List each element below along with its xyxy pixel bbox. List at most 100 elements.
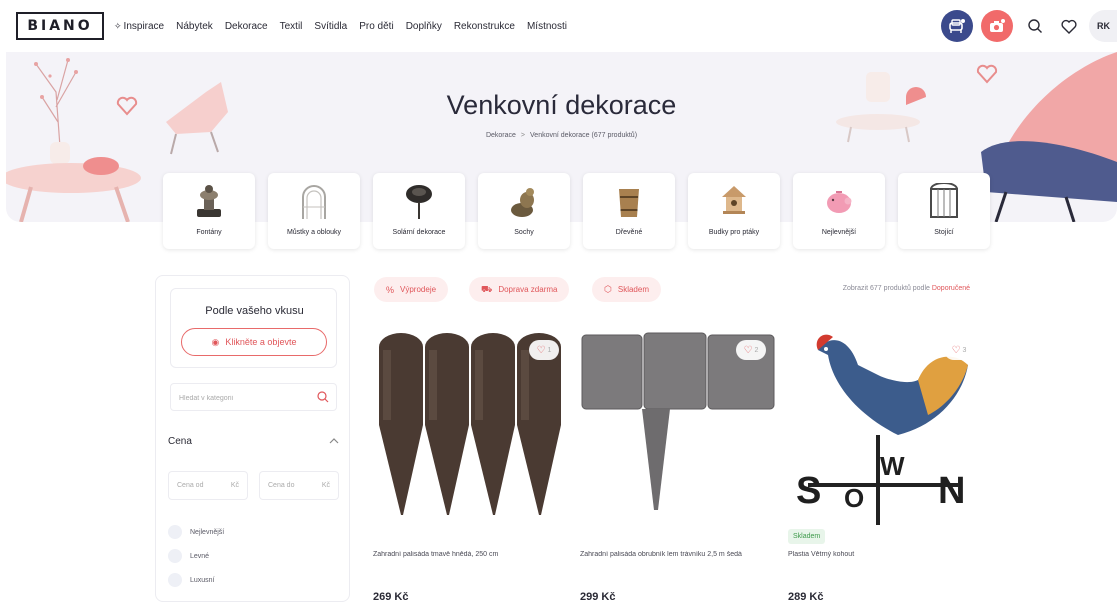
in-stock-badge: Skladem: [788, 529, 826, 544]
sort-dropdown-link[interactable]: Doporučené: [932, 285, 970, 292]
truck-icon: ⛟: [481, 283, 493, 294]
piggy-bank-icon: [827, 191, 852, 213]
page-title: Venkovní dekorace: [446, 90, 677, 120]
favorite-button[interactable]: ♡ 2: [736, 340, 766, 360]
chip-label: Doprava zdarma: [498, 285, 558, 294]
category-card-stojici[interactable]: Stojící: [898, 173, 990, 249]
price-option-levne[interactable]: Levné: [168, 548, 209, 564]
nav-item-dekorace[interactable]: Dekorace: [225, 21, 268, 32]
favorite-button[interactable]: ♡ 1: [529, 340, 559, 360]
nav-item-pro-deti[interactable]: Pro děti: [359, 21, 393, 32]
nav-item-inspirace[interactable]: ✧ Inspirace: [114, 21, 164, 32]
wooden-bucket-icon: [619, 189, 639, 217]
filter-sidebar: Podle vašeho vkusu ◉ Klikněte a objevte C…: [155, 275, 350, 602]
favorite-button[interactable]: ♡ 3: [944, 340, 974, 360]
currency-label: Kč: [230, 482, 239, 489]
statue-icon: [511, 188, 534, 217]
chip-label: Výprodeje: [400, 285, 437, 294]
svg-text:O: O: [844, 483, 864, 513]
product-price: 299 Kč: [580, 591, 616, 602]
birdhouse-icon: [722, 186, 746, 214]
discover-button-label: Klikněte a objevte: [225, 337, 297, 347]
category-cards: Fontány Můstky a oblouky Solární dekorac…: [163, 173, 1003, 249]
chip-label: Skladem: [617, 285, 649, 294]
product-name[interactable]: Plastia Větrný kohout: [788, 551, 986, 558]
category-label: Můstky a oblouky: [286, 229, 342, 236]
price-to-field[interactable]: Cena do Kč: [259, 471, 339, 500]
product-name[interactable]: Zahradní palisáda tmavě hnědá, 250 cm: [373, 551, 571, 558]
sofa-search-button[interactable]: [941, 10, 973, 42]
main-nav: ✧ Inspirace Nábytek Dekorace Textil Svíti…: [114, 0, 579, 52]
breadcrumb: Dekorace > Venkovní dekorace (677 produktů…: [6, 132, 1117, 139]
category-card-fontany[interactable]: Fontány: [163, 173, 255, 249]
favorite-count: 3: [962, 346, 967, 354]
currency-label: Kč: [321, 482, 330, 489]
solar-lamp-icon: [406, 185, 432, 219]
search-button[interactable]: [1021, 12, 1049, 40]
category-card-sochy[interactable]: Sochy: [478, 173, 570, 249]
chip-skladem[interactable]: ⬡ Skladem: [592, 277, 661, 302]
svg-text:W: W: [880, 451, 905, 481]
svg-text:S: S: [796, 470, 821, 512]
header-actions: RK: [941, 8, 1117, 44]
category-label: Nejlevnější: [821, 229, 857, 236]
price-option-label: Levné: [190, 552, 210, 560]
nav-item-nabytek[interactable]: Nábytek: [176, 21, 213, 32]
heart-icon: ♡: [951, 344, 961, 356]
price-from-field[interactable]: Cena od Kč: [168, 471, 248, 500]
category-card-nejlevnejsi[interactable]: Nejlevnější: [793, 173, 885, 249]
price-to-placeholder: Cena do: [268, 482, 295, 489]
category-card-mustky[interactable]: Můstky a oblouky: [268, 173, 360, 249]
category-card-budky[interactable]: Budky pro ptáky: [688, 173, 780, 249]
nav-item-rekonstrukce[interactable]: Rekonstrukce: [454, 21, 515, 32]
heart-icon: ♡: [536, 344, 546, 356]
sort-info: Zobrazit 677 produktů podle Doporučené: [843, 285, 970, 292]
breadcrumb-separator: >: [520, 132, 526, 139]
favorites-button[interactable]: [1055, 12, 1083, 40]
fountain-icon: [197, 185, 221, 217]
sort-text: Zobrazit 677 produktů podle: [842, 285, 930, 292]
chevron-up-icon[interactable]: [328, 436, 340, 446]
chip-vyprodeje[interactable]: % Výprodeje: [374, 277, 449, 302]
favorite-count: 2: [754, 346, 759, 354]
price-option-nejlevnejsi[interactable]: Nejlevnější: [168, 524, 224, 540]
favorite-count: 1: [547, 346, 552, 354]
nav-item-textil[interactable]: Textil: [280, 21, 303, 32]
user-avatar[interactable]: RK: [1089, 10, 1117, 42]
nav-item-doplnky[interactable]: Doplňky: [406, 21, 442, 32]
breadcrumb-dekorace-link[interactable]: Dekorace: [486, 132, 516, 139]
search-icon[interactable]: [316, 390, 330, 404]
search-icon: [1028, 19, 1042, 33]
sofa-search-icon: [949, 19, 965, 33]
price-option-label: Luxusní: [190, 576, 215, 584]
product-card[interactable]: ♡ 2 Zahradní palisáda obrubník lem trávní…: [580, 325, 778, 602]
discover-button[interactable]: ◉ Klikněte a objevte: [181, 328, 327, 356]
category-label: Fontány: [196, 229, 222, 236]
nav-item-svitidla[interactable]: Svítidla: [314, 21, 347, 32]
radio-button[interactable]: [168, 549, 182, 563]
category-search-input[interactable]: [179, 390, 309, 406]
product-card[interactable]: ♡ 1 Zahradní palisáda tmavě hnědá, 250 cm…: [373, 325, 571, 602]
category-card-drevene[interactable]: Dřevěné: [583, 173, 675, 249]
arch-icon: [302, 185, 326, 219]
product-card[interactable]: S N W O ♡ 3 Skladem Plastia Větrný kohout…: [788, 325, 986, 602]
biano-logo[interactable]: BIANO: [16, 12, 104, 40]
price-option-label: Nejlevnější: [190, 528, 225, 536]
breadcrumb-current: Venkovní dekorace (677 produktů): [530, 132, 638, 139]
nav-item-mistnosti[interactable]: Místnosti: [527, 21, 567, 32]
eye-icon: ◉: [211, 337, 220, 347]
chip-doprava-zdarma[interactable]: ⛟ Doprava zdarma: [469, 277, 570, 302]
product-name[interactable]: Zahradní palisáda obrubník lem trávníku …: [580, 551, 778, 558]
category-label: Sochy: [514, 229, 534, 236]
standing-arch-icon: [930, 183, 958, 218]
nav-label: Inspirace: [123, 20, 165, 32]
top-header: BIANO ✧ Inspirace Nábytek Dekorace Textil…: [0, 0, 1117, 52]
sparkle-icon: ✧: [114, 20, 122, 31]
price-option-luxusni[interactable]: Luxusní: [168, 572, 215, 588]
price-from-placeholder: Cena od: [177, 482, 204, 489]
category-card-solarni[interactable]: Solární dekorace: [373, 173, 465, 249]
svg-text:N: N: [938, 470, 965, 512]
radio-button[interactable]: [168, 573, 182, 587]
radio-button[interactable]: [168, 525, 182, 539]
camera-search-button[interactable]: [981, 10, 1013, 42]
